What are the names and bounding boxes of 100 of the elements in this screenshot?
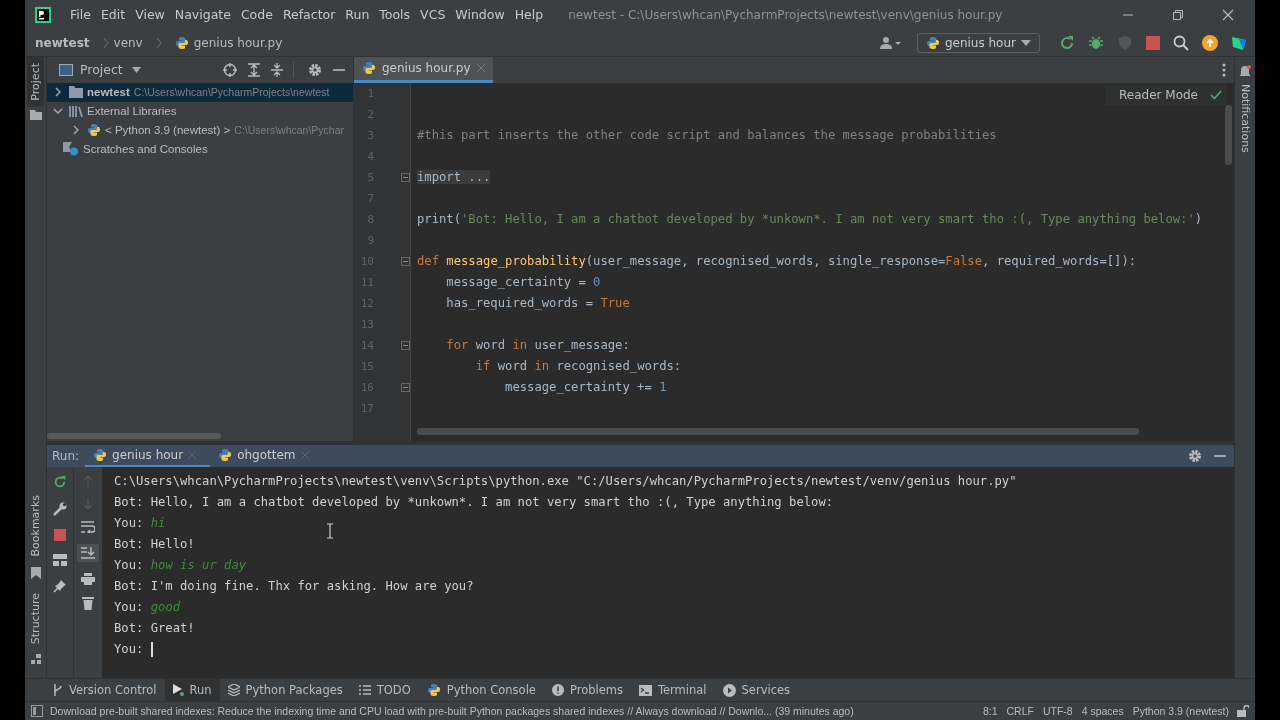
scroll-to-end-toggle[interactable] xyxy=(77,543,99,562)
restore-icon[interactable] xyxy=(1172,8,1184,21)
menu-item[interactable]: View xyxy=(130,7,170,23)
bug-icon[interactable] xyxy=(1088,34,1104,51)
tool-window-tab[interactable]: Bookmarks xyxy=(27,489,44,563)
python-icon xyxy=(925,35,940,50)
scratches-icon xyxy=(63,142,79,157)
chevron-right-icon xyxy=(155,36,162,49)
tool-window-tab[interactable]: Structure xyxy=(27,586,44,651)
chevron-right-icon[interactable] xyxy=(53,87,63,98)
code-line: has_required_words = True xyxy=(445,296,630,311)
branch-icon xyxy=(53,684,63,697)
console-prompt: You: xyxy=(114,515,144,530)
print-icon[interactable] xyxy=(81,572,95,585)
settings-icon[interactable] xyxy=(308,62,322,77)
menu-item[interactable]: Tools xyxy=(374,7,416,23)
user-icon[interactable] xyxy=(879,35,902,50)
rerun-icon[interactable] xyxy=(53,474,67,489)
search-icon[interactable] xyxy=(1173,34,1189,51)
layout-icon[interactable] xyxy=(53,553,67,566)
stop-icon[interactable] xyxy=(54,528,66,541)
tool-window-button[interactable]: TODO xyxy=(350,679,419,702)
soft-wrap-icon[interactable] xyxy=(81,520,95,533)
rerun-icon[interactable] xyxy=(1059,34,1075,51)
tree-item[interactable]: Scratches and Consoles xyxy=(47,139,353,159)
window-icon xyxy=(59,63,73,76)
breadcrumb[interactable]: newtest xyxy=(35,35,90,50)
code-line: for word in user_message: xyxy=(445,338,630,353)
caret-icon[interactable] xyxy=(131,66,141,73)
tool-window-button[interactable]: Version Control xyxy=(45,679,165,702)
menu-item[interactable]: Refactor xyxy=(277,7,341,23)
fold-icon[interactable] xyxy=(401,172,410,182)
tool-window-tab[interactable]: Project xyxy=(27,56,44,107)
scrollbar[interactable] xyxy=(1225,104,1232,165)
code-line: if word in recognised_words: xyxy=(474,359,682,374)
update-icon[interactable] xyxy=(1202,34,1218,51)
bell-icon[interactable] xyxy=(1239,64,1251,78)
tree-item[interactable]: < Python 3.9 (newtest) > C:\Users\whcan\Pychar xyxy=(47,120,353,140)
python-icon xyxy=(218,447,233,462)
menu-item[interactable]: Edit xyxy=(95,7,131,23)
locate-icon[interactable] xyxy=(223,62,237,77)
tool-window-button[interactable]: Python Console xyxy=(418,679,544,702)
user-reply-text: how is ur day xyxy=(150,557,247,572)
expand-all-icon[interactable] xyxy=(248,62,260,77)
stop-icon[interactable] xyxy=(1146,35,1160,50)
pin-icon[interactable] xyxy=(53,578,67,593)
scrollbar[interactable] xyxy=(47,432,221,439)
play-circle-icon xyxy=(722,683,736,697)
editor-tab[interactable]: genius hour.py xyxy=(354,56,493,83)
run-tab[interactable]: ohgottem xyxy=(210,444,323,467)
wrench-icon[interactable] xyxy=(53,501,67,516)
folder-icon xyxy=(29,110,42,121)
status-item[interactable]: CRLF xyxy=(1005,705,1035,717)
python-icon xyxy=(87,123,101,138)
menu-item[interactable]: Window xyxy=(450,7,510,23)
breadcrumb[interactable]: venv xyxy=(113,35,143,50)
console-output: C:\Users\whcan\PycharmProjects\newtest\venv\Scripts\python.exe "C:/Users/whcan/PycharmProjects/newtest/venv/genius hour.py" xyxy=(114,473,1017,488)
tool-window-tab[interactable]: Notifications xyxy=(1236,77,1254,159)
tool-window-button[interactable]: Python Packages xyxy=(219,679,351,702)
tree-item[interactable]: newtest C:\Users\whcan\PycharmProjects\newtest xyxy=(47,82,353,102)
status-item[interactable]: Python 3.9 (newtest) xyxy=(1131,705,1230,717)
code-line: def message_probability(user_message, recognised_words, single_response=False, required_words=[]): xyxy=(417,254,1137,269)
fold-icon[interactable] xyxy=(401,340,410,350)
window-title: newtest - C:\Users\whcan\PycharmProjects\newtest\venv\genius hour.py xyxy=(568,7,1003,22)
tool-window-button[interactable]: Problems xyxy=(543,679,631,702)
menu-item[interactable]: File xyxy=(65,7,96,23)
tool-window-button[interactable]: Services xyxy=(714,679,799,702)
menu-item[interactable]: Navigate xyxy=(169,7,236,23)
user-reply-text: good xyxy=(150,599,181,614)
chevron-right-icon xyxy=(102,36,109,49)
trash-icon[interactable] xyxy=(82,595,94,610)
status-item[interactable]: 8:1 xyxy=(981,705,999,717)
scrollbar[interactable] xyxy=(417,427,1139,435)
collapse-all-icon[interactable] xyxy=(271,62,283,77)
tree-item[interactable]: External Libraries xyxy=(47,101,353,121)
breadcrumb[interactable]: genius hour.py xyxy=(193,35,283,50)
status-item[interactable]: 4 spaces xyxy=(1080,705,1125,717)
lock-icon[interactable] xyxy=(1237,705,1249,717)
menu-item[interactable]: Code xyxy=(235,7,278,23)
status-item[interactable]: UTF-8 xyxy=(1041,705,1074,717)
run-configuration-dropdown[interactable]: genius hour xyxy=(916,32,1040,53)
settings-icon[interactable] xyxy=(1188,448,1202,463)
tool-window-button[interactable]: Run xyxy=(164,679,220,702)
toolbox-logo-icon[interactable] xyxy=(1231,34,1247,51)
layers-icon xyxy=(227,684,240,697)
code-line: #this part inserts the other code script and balances the message probabilities xyxy=(417,128,997,143)
close-icon[interactable] xyxy=(1222,8,1234,21)
panel-title[interactable]: Project xyxy=(80,62,123,78)
menu-item[interactable]: Help xyxy=(509,7,549,23)
fold-icon[interactable] xyxy=(401,256,410,266)
menu-item[interactable]: VCS xyxy=(415,7,451,23)
chevron-right-icon[interactable] xyxy=(71,125,81,136)
panel-toggle-icon[interactable] xyxy=(31,705,43,717)
check-icon xyxy=(1210,89,1222,100)
fold-icon[interactable] xyxy=(401,382,410,392)
status-message[interactable]: Download pre-built shared indexes: Reduce the indexing time and CPU load with pre-built Python packages shared indexes // Always download // Downlo... (39 minutes ago) xyxy=(50,705,854,717)
menu-item[interactable]: Run xyxy=(340,7,375,23)
more-icon[interactable] xyxy=(1222,62,1226,77)
tool-window-button[interactable]: Terminal xyxy=(630,679,715,702)
warning-icon xyxy=(551,684,564,697)
